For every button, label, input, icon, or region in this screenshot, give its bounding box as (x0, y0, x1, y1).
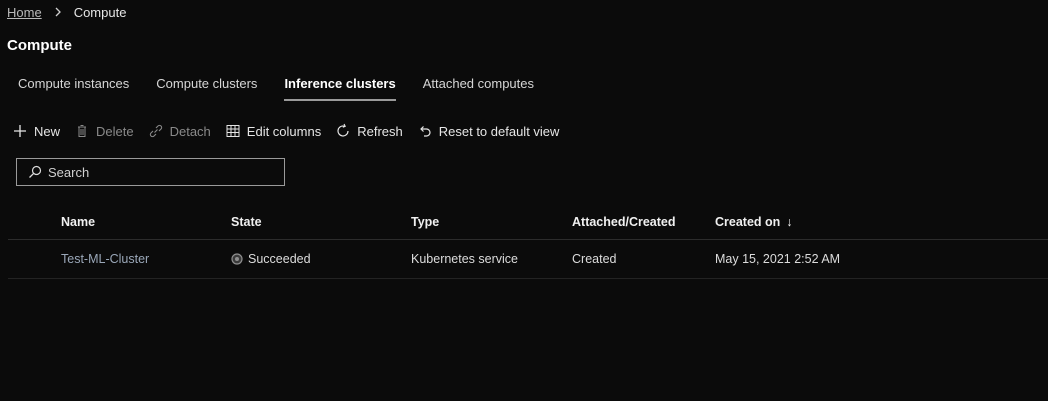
tab-inference-clusters[interactable]: Inference clusters (284, 74, 397, 102)
breadcrumb-home-link[interactable]: Home (7, 5, 42, 20)
search-icon (28, 165, 42, 179)
tab-attached-computes[interactable]: Attached computes (423, 74, 534, 102)
reset-default-view-button[interactable]: Reset to default view (417, 123, 560, 139)
delete-button-label: Delete (96, 123, 134, 139)
inference-clusters-table: Name State Type Attached/Created Created… (8, 204, 1048, 279)
search-input[interactable] (48, 164, 268, 180)
search-box (16, 158, 285, 186)
breadcrumb: Home Compute (7, 4, 126, 20)
attached-created-cell: Created (572, 252, 617, 266)
tab-compute-instances[interactable]: Compute instances (18, 74, 129, 102)
columns-icon (225, 123, 241, 139)
sort-descending-icon: ↓ (786, 214, 793, 229)
undo-icon (417, 123, 433, 139)
cluster-name-cell: Test-ML-Cluster (61, 240, 149, 278)
refresh-button-label: Refresh (357, 123, 403, 139)
detach-button-label: Detach (169, 123, 211, 139)
column-header-created-on-label: Created on (715, 214, 781, 229)
created-on-cell: May 15, 2021 2:52 AM (715, 252, 841, 266)
reset-default-view-button-label: Reset to default view (438, 123, 560, 139)
command-bar: New Delete Detach Edit columns Refresh R… (12, 120, 573, 142)
detach-button[interactable]: Detach (148, 123, 211, 139)
tab-compute-clusters[interactable]: Compute clusters (156, 74, 257, 102)
page-title: Compute (7, 37, 72, 54)
delete-button[interactable]: Delete (74, 123, 134, 139)
refresh-icon (335, 123, 351, 139)
tab-bar: Compute instances Compute clusters Infer… (18, 74, 561, 104)
edit-columns-button[interactable]: Edit columns (225, 123, 321, 139)
column-header-type[interactable]: Type (411, 204, 439, 239)
state-label: Succeeded (248, 252, 311, 266)
trash-icon (74, 123, 90, 139)
link-icon (148, 123, 164, 139)
column-header-state[interactable]: State (231, 204, 262, 239)
type-cell: Kubernetes service (411, 252, 519, 266)
new-button-label: New (34, 123, 61, 139)
new-button[interactable]: New (12, 123, 60, 139)
state-cell: Succeeded (231, 240, 311, 278)
plus-icon (12, 123, 28, 139)
column-header-created-on[interactable]: Created on ↓ (715, 204, 793, 239)
cluster-name-link[interactable]: Test-ML-Cluster (61, 252, 149, 266)
column-header-attached-created[interactable]: Attached/Created (572, 204, 676, 239)
breadcrumb-current: Compute (73, 4, 127, 20)
edit-columns-button-label: Edit columns (246, 123, 322, 139)
chevron-right-icon (54, 7, 62, 17)
refresh-button[interactable]: Refresh (335, 123, 403, 139)
table-row[interactable]: Test-ML-Cluster Succeeded Kubernetes ser… (8, 240, 1048, 279)
column-header-name[interactable]: Name (61, 204, 95, 239)
status-circle-icon (231, 253, 243, 265)
table-header-row: Name State Type Attached/Created Created… (8, 204, 1048, 240)
